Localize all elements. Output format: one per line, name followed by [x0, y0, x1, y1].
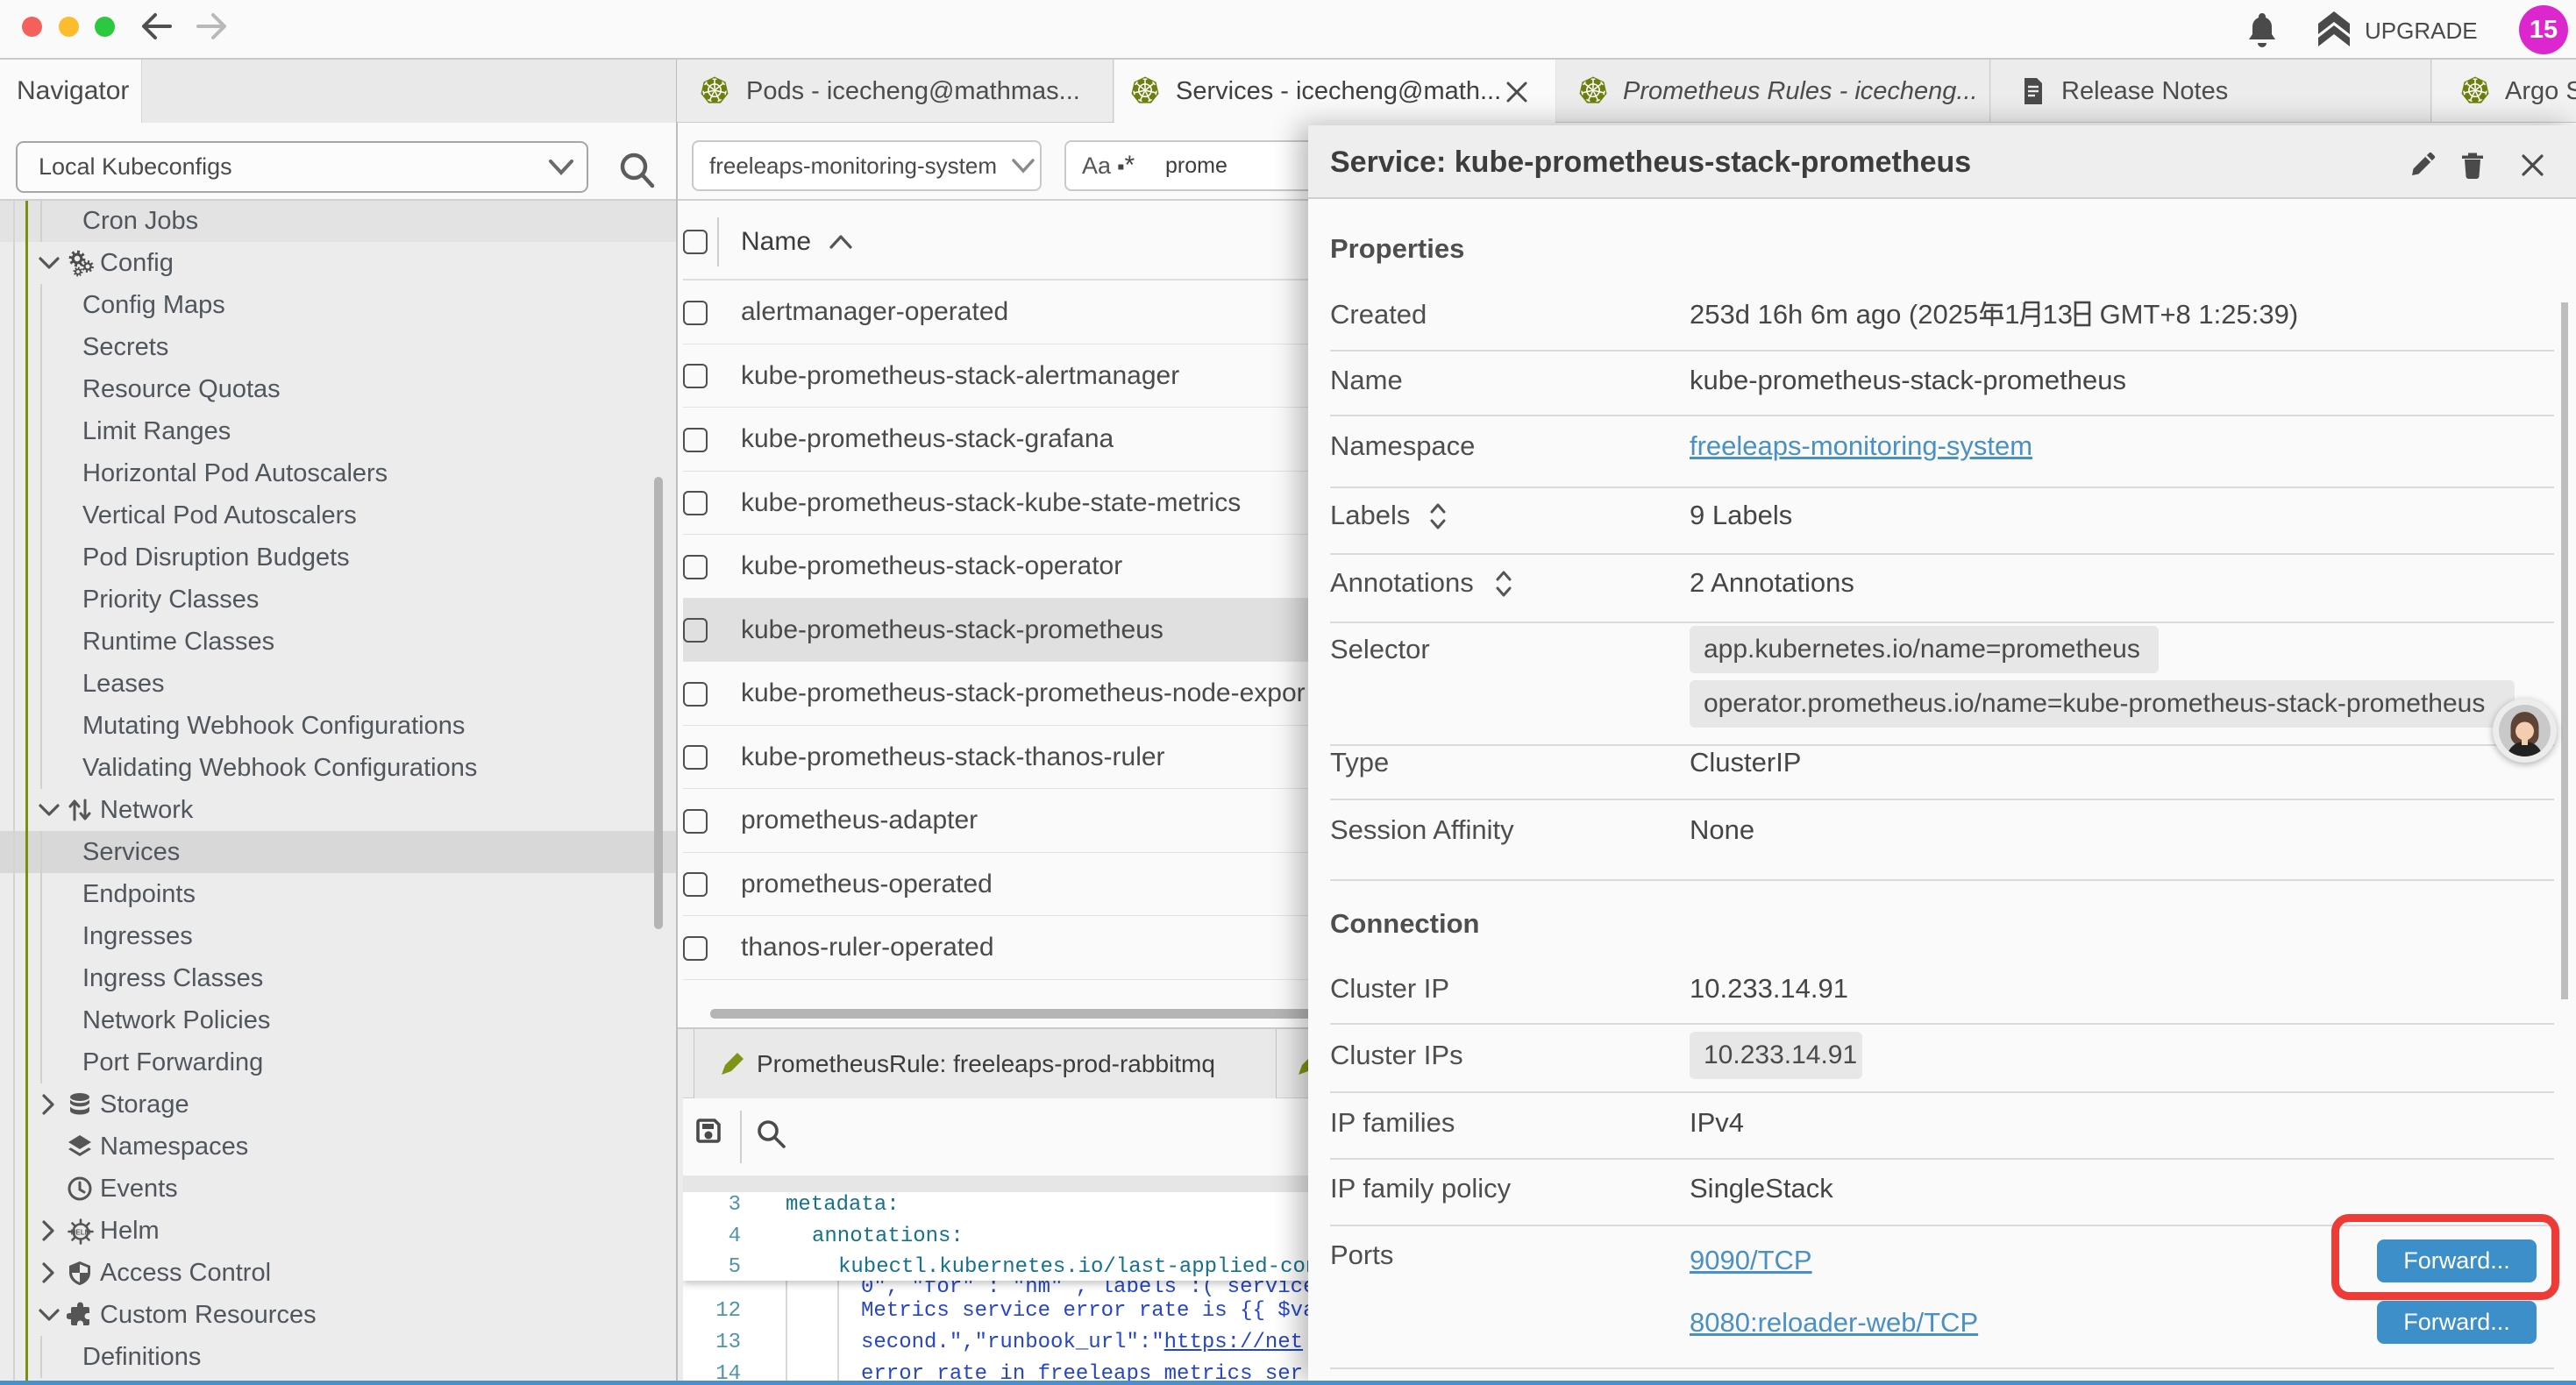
svg-text:HELM: HELM — [71, 1229, 91, 1237]
